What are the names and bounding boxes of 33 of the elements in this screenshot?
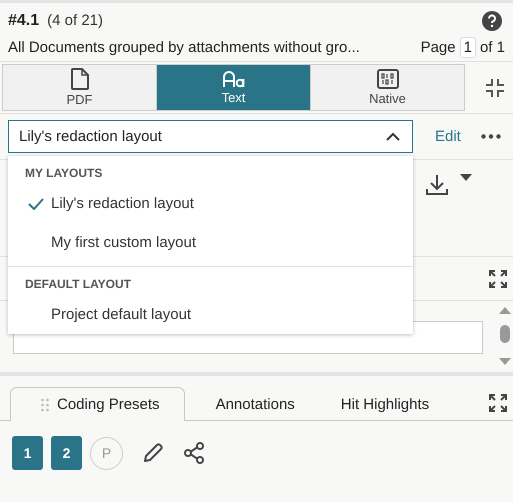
more-icon[interactable] [480, 134, 501, 139]
menu-item[interactable]: Project default layout [8, 295, 413, 334]
document-position: (4 of 21) [47, 12, 104, 29]
menu-item[interactable]: My first custom layout [8, 223, 413, 262]
panel-tab[interactable]: Annotations [184, 387, 310, 421]
download-icon[interactable] [426, 174, 448, 196]
document-icon [70, 68, 88, 90]
caret-icon[interactable] [460, 174, 472, 181]
collapse-icon[interactable] [485, 78, 505, 98]
document-id: #4.1 [8, 12, 40, 29]
drag-handle-icon [41, 398, 49, 412]
pencil-icon[interactable] [143, 443, 163, 463]
help-icon[interactable] [482, 11, 502, 31]
menu-heading: DEFAULT LAYOUT [24, 276, 132, 293]
page-count: of 1 [480, 38, 505, 56]
search-name: All Documents grouped by attachments without gro... [8, 38, 360, 56]
page-number-field[interactable]: 1 [460, 36, 476, 58]
preset-button[interactable]: 2 [51, 436, 82, 470]
font-icon [222, 70, 246, 88]
menu-heading: MY LAYOUTS [24, 165, 104, 182]
chevron-icon [386, 132, 400, 141]
panel-tab[interactable]: Coding Presets [10, 387, 185, 421]
edit-link[interactable]: Edit [435, 128, 461, 145]
expand-icon[interactable] [489, 270, 507, 288]
panel-tab[interactable]: Hit Highlights [310, 387, 444, 421]
viewer-tab[interactable]: Text [157, 65, 311, 110]
layout-select[interactable]: Lily's redaction layout [8, 120, 413, 153]
preset-button[interactable]: 1 [12, 436, 43, 470]
expand-icon[interactable] [489, 394, 507, 412]
page-label: Page [420, 38, 456, 56]
share-icon[interactable] [183, 442, 205, 464]
binary-icon [376, 69, 398, 89]
menu-item[interactable]: Lily's redaction layout [8, 184, 413, 223]
